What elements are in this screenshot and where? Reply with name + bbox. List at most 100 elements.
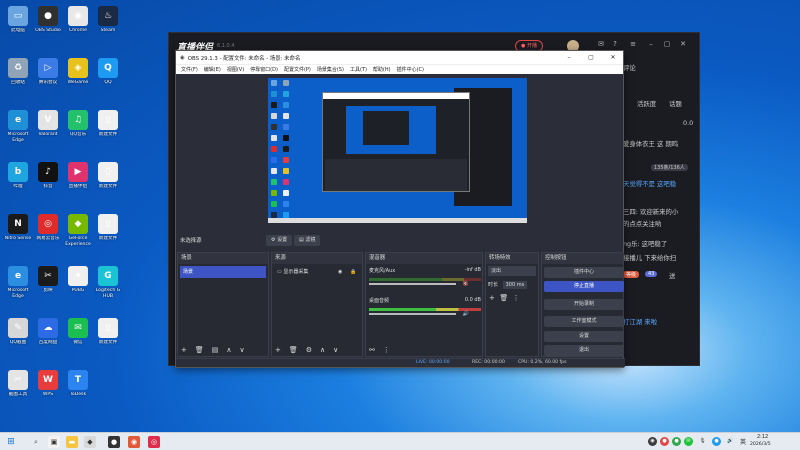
move-down-icon[interactable]: ∨ — [240, 346, 245, 354]
stop-streaming-button[interactable]: 停止直播 — [544, 281, 624, 292]
desktop-icon[interactable]: ♻ 回收站 — [2, 54, 34, 106]
zbwindow-taskbar-icon[interactable]: ◉ — [128, 436, 140, 448]
message-icon[interactable]: ✉ — [595, 40, 607, 48]
remove-transition-icon[interactable]: 🗑 — [499, 294, 508, 302]
desktop-icon[interactable]: ◈ WeGame — [62, 54, 94, 106]
desktop-icon[interactable]: ▯ 新建文件 — [92, 158, 124, 210]
desktop-icon[interactable]: ✉ 微信 — [62, 314, 94, 366]
desktop-icon[interactable]: G Logitech G HUB — [92, 262, 124, 314]
mic-tray-icon[interactable]: 🎙 — [698, 437, 707, 446]
desktop-icon[interactable]: ♨ Steam — [92, 2, 124, 54]
desktop-icon[interactable]: ☁ 百度网盘 — [32, 314, 64, 366]
search-icon[interactable]: ⌕ — [30, 436, 42, 448]
menu-item[interactable]: 文件(F) — [181, 66, 198, 73]
desktop-icon[interactable]: ▯ 新建文件 — [92, 210, 124, 262]
settings-button[interactable]: 设置 — [544, 331, 624, 342]
plugin-center-button[interactable]: 插件中心 — [544, 267, 624, 278]
menu-item[interactable]: 编辑(E) — [204, 66, 221, 73]
desktop-icon[interactable]: N Nitro Sense — [2, 210, 34, 262]
taskbar-app-icon[interactable]: ◆ — [84, 436, 96, 448]
move-down-icon[interactable]: ∨ — [333, 346, 338, 354]
duration-input[interactable]: 300 ms — [502, 281, 528, 289]
remove-scene-icon[interactable]: 🗑 — [195, 346, 204, 354]
transition-menu-icon[interactable]: ⋮ — [513, 294, 520, 302]
start-icon[interactable]: ⊞ — [5, 436, 17, 448]
volume-tray-icon[interactable]: 🔊 — [726, 437, 735, 446]
exit-button[interactable]: 退出 — [544, 345, 624, 356]
menu-item[interactable]: 插件中心(C) — [397, 66, 424, 73]
move-up-icon[interactable]: ∧ — [320, 346, 325, 354]
desktop-icon[interactable]: W WPS — [32, 366, 64, 418]
maximize-icon[interactable]: ▢ — [661, 40, 673, 48]
menu-item[interactable]: 场景集合(S) — [317, 66, 344, 73]
desktop-icon[interactable]: e Microsoft Edge — [2, 106, 34, 158]
volume-slider[interactable] — [369, 313, 457, 315]
desktop-icon[interactable]: ✎ QQ截图 — [2, 314, 34, 366]
tab-activity[interactable]: 活跃度 — [637, 99, 656, 108]
help-icon[interactable]: ? — [609, 40, 621, 48]
desktop-icon[interactable]: ▯ 新建文件 — [92, 314, 124, 366]
studio-mode-button[interactable]: 工作室模式 — [544, 316, 624, 327]
desktop-icon[interactable]: V Valorant — [32, 106, 64, 158]
obs-minimize-icon[interactable]: – — [558, 51, 580, 64]
volume-slider[interactable] — [369, 283, 457, 285]
desktop-icon[interactable]: ◆ GeForce Experience — [62, 210, 94, 262]
tray-icon[interactable]: ● — [672, 437, 681, 446]
start-recording-button[interactable]: 开始录制 — [544, 299, 624, 310]
scene-filter-icon[interactable]: ▤ — [212, 346, 219, 354]
desktop-icon[interactable]: ✦ PUBG — [62, 262, 94, 314]
tray-icon[interactable]: ● — [660, 437, 669, 446]
ime-indicator[interactable]: 英 — [740, 437, 746, 446]
add-source-icon[interactable]: + — [275, 346, 281, 354]
remove-source-icon[interactable]: 🗑 — [289, 346, 298, 354]
tab-comments[interactable]: 评论 — [623, 63, 636, 72]
obs-close-icon[interactable]: ✕ — [602, 51, 624, 64]
settings-icon[interactable]: ≡ — [627, 40, 639, 48]
lock-icon[interactable]: 🔒 — [350, 266, 356, 278]
desktop-icon[interactable]: ● OBS Studio — [32, 2, 64, 54]
visibility-icon[interactable]: ◉ — [338, 266, 342, 278]
minimize-icon[interactable]: – — [645, 40, 657, 48]
wechat-tray-icon[interactable]: ✉ — [684, 437, 693, 446]
menu-item[interactable]: 帮助(H) — [373, 66, 391, 73]
menu-item[interactable]: 停靠窗口(D) — [250, 66, 278, 73]
desktop-icon[interactable]: ✂ 截图工具 — [2, 366, 34, 418]
desktop-icon[interactable]: ▷ 腾讯会议 — [32, 54, 64, 106]
source-settings-icon[interactable]: ⚙ — [306, 346, 312, 354]
desktop-icon[interactable]: ◎ 网易云音乐 — [32, 210, 64, 262]
desktop-icon[interactable]: ♫ QQ音乐 — [62, 106, 94, 158]
desktop-icon[interactable]: ◉ Chrome — [62, 2, 94, 54]
properties-button[interactable]: ⚙ 设置 — [266, 235, 293, 246]
clock-date[interactable]: 2026/3/5 — [750, 442, 771, 447]
source-item[interactable]: ▭ 显示器采集 ◉ 🔒 — [274, 266, 360, 278]
speaker-icon[interactable]: 🔊 — [463, 311, 469, 317]
obs-maximize-icon[interactable]: ▢ — [580, 51, 602, 64]
clock-time[interactable]: 2:12 — [757, 434, 768, 440]
scene-item[interactable]: 场景 — [180, 266, 266, 278]
desktop-icon[interactable]: b 哔哩 — [2, 158, 34, 210]
move-up-icon[interactable]: ∧ — [226, 346, 231, 354]
desktop-icon[interactable]: ♪ 抖音 — [32, 158, 64, 210]
tab-topics[interactable]: 话题 — [669, 99, 682, 108]
desktop-icon[interactable]: ▶ 直播伴侣 — [62, 158, 94, 210]
taskview-icon[interactable]: ▣ — [48, 436, 60, 448]
desktop-icon[interactable]: e Microsoft Edge — [2, 262, 34, 314]
desktop-icon[interactable]: Q QQ — [92, 54, 124, 106]
obs-preview[interactable] — [268, 78, 527, 223]
mute-icon[interactable]: 🔇 — [463, 281, 469, 287]
desktop-icon[interactable]: ▭ 此电脑 — [2, 2, 34, 54]
close-icon[interactable]: ✕ — [677, 40, 689, 48]
transition-select[interactable]: 淡出 — [488, 266, 536, 276]
desktop-icon[interactable]: T ToDesk — [62, 366, 94, 418]
mixer-menu-icon[interactable]: ⋮ — [383, 346, 390, 354]
add-scene-icon[interactable]: + — [181, 346, 187, 354]
tray-icon[interactable]: ◉ — [648, 437, 657, 446]
tray-icon[interactable]: ● — [712, 437, 721, 446]
filters-button[interactable]: ▤ 滤镜 — [294, 235, 321, 246]
menu-item[interactable]: 配置文件(P) — [284, 66, 311, 73]
desktop-icon[interactable]: ▯ 新建文件 — [92, 106, 124, 158]
menu-item[interactable]: 工具(T) — [350, 66, 367, 73]
add-transition-icon[interactable]: + — [489, 294, 495, 302]
menu-item[interactable]: 视图(V) — [227, 66, 244, 73]
obs-taskbar-icon[interactable]: ● — [108, 436, 120, 448]
